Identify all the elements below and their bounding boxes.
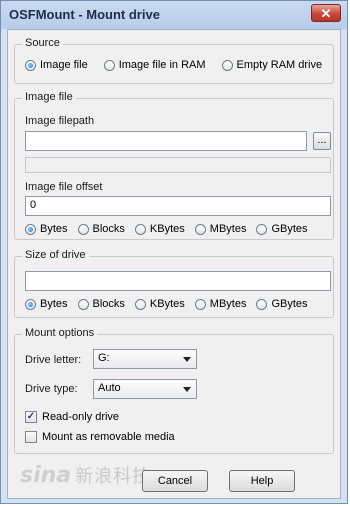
size-unit-blocks[interactable]: Blocks bbox=[77, 298, 125, 310]
radio-label: Blocks bbox=[92, 298, 125, 310]
radio-label: KBytes bbox=[149, 223, 185, 235]
sina-watermark: sina 新浪科技 bbox=[20, 462, 151, 488]
mount-options-group: Mount options Drive letter: G: Drive typ… bbox=[14, 327, 334, 454]
radio-empty-ram-drive[interactable]: Empty RAM drive bbox=[221, 59, 323, 71]
radio-indicator[interactable] bbox=[77, 298, 89, 310]
image-file-group: Image file Image filepath ... Image file… bbox=[14, 91, 334, 240]
mount-drive-dialog: OSFMount - Mount drive ✕ Source Image fi… bbox=[0, 0, 348, 504]
sina-tech-text: 新浪科技 bbox=[75, 466, 152, 486]
size-unit-mbytes[interactable]: MBytes bbox=[194, 298, 247, 310]
size-unit-gbytes[interactable]: GBytes bbox=[256, 298, 308, 310]
image-file-offset-input[interactable]: 0 bbox=[25, 196, 331, 216]
radio-indicator[interactable] bbox=[256, 223, 268, 235]
drive-letter-select[interactable]: G: bbox=[93, 349, 197, 369]
radio-indicator[interactable] bbox=[134, 298, 146, 310]
radio-indicator[interactable] bbox=[221, 59, 233, 71]
radio-label: KBytes bbox=[149, 298, 185, 310]
chevron-down-icon bbox=[183, 387, 191, 392]
radio-image-file-in-ram[interactable]: Image file in RAM bbox=[103, 59, 206, 71]
radio-label: GBytes bbox=[271, 298, 308, 310]
checkbox-unchecked-icon[interactable] bbox=[25, 431, 37, 443]
drive-type-select[interactable]: Auto bbox=[93, 379, 197, 399]
radio-indicator[interactable] bbox=[194, 298, 206, 310]
drive-letter-value: G: bbox=[98, 352, 110, 364]
radio-indicator[interactable] bbox=[25, 59, 36, 71]
sina-logo: sina bbox=[20, 462, 72, 488]
offset-unit-blocks[interactable]: Blocks bbox=[77, 223, 125, 235]
radio-label: Image file in RAM bbox=[118, 59, 206, 71]
mount-options-legend: Mount options bbox=[22, 327, 98, 339]
radio-label: MBytes bbox=[209, 298, 247, 310]
radio-label: Empty RAM drive bbox=[236, 59, 323, 71]
offset-unit-kbytes[interactable]: KBytes bbox=[134, 223, 185, 235]
radio-label: Image file bbox=[40, 59, 88, 71]
title-bar[interactable]: OSFMount - Mount drive ✕ bbox=[1, 1, 347, 29]
radio-image-file[interactable]: Image file bbox=[25, 59, 88, 71]
read-only-label: Read-only drive bbox=[42, 411, 120, 423]
radio-label: Bytes bbox=[40, 223, 68, 235]
cancel-button[interactable]: Cancel bbox=[142, 470, 208, 492]
close-button[interactable]: ✕ bbox=[311, 4, 341, 22]
size-of-drive-input[interactable] bbox=[25, 271, 331, 291]
removable-media-checkbox[interactable]: Mount as removable media bbox=[25, 431, 175, 443]
offset-unit-mbytes[interactable]: MBytes bbox=[194, 223, 247, 235]
radio-indicator[interactable] bbox=[103, 59, 115, 71]
radio-indicator[interactable] bbox=[256, 298, 268, 310]
drive-letter-label: Drive letter: bbox=[25, 354, 82, 366]
close-icon: ✕ bbox=[320, 6, 332, 21]
help-button[interactable]: Help bbox=[229, 470, 295, 492]
source-legend: Source bbox=[22, 37, 63, 49]
offset-unit-gbytes[interactable]: GBytes bbox=[256, 223, 308, 235]
image-file-secondary-field bbox=[25, 157, 331, 173]
radio-label: Bytes bbox=[40, 298, 68, 310]
size-of-drive-legend: Size of drive bbox=[22, 249, 89, 261]
source-group: Source Image file Image file in RAM Empt… bbox=[14, 37, 334, 84]
window-title: OSFMount - Mount drive bbox=[9, 7, 160, 22]
size-unit-kbytes[interactable]: KBytes bbox=[134, 298, 185, 310]
browse-button[interactable]: ... bbox=[313, 132, 331, 150]
radio-indicator[interactable] bbox=[25, 223, 36, 235]
radio-indicator[interactable] bbox=[77, 223, 89, 235]
image-filepath-input[interactable] bbox=[25, 131, 307, 151]
radio-indicator[interactable] bbox=[134, 223, 146, 235]
radio-indicator[interactable] bbox=[25, 298, 36, 310]
image-file-legend: Image file bbox=[22, 91, 76, 103]
removable-media-label: Mount as removable media bbox=[42, 431, 175, 443]
radio-label: MBytes bbox=[209, 223, 247, 235]
offset-unit-bytes[interactable]: Bytes bbox=[25, 223, 68, 235]
dialog-client-area: Source Image file Image file in RAM Empt… bbox=[7, 29, 341, 499]
read-only-checkbox[interactable]: ✓ Read-only drive bbox=[25, 411, 119, 423]
radio-label: Blocks bbox=[92, 223, 125, 235]
image-file-offset-label: Image file offset bbox=[25, 181, 103, 193]
image-filepath-label: Image filepath bbox=[25, 115, 95, 127]
size-of-drive-group: Size of drive Bytes Blocks KBytes MBytes… bbox=[14, 249, 334, 318]
checkbox-checked-icon[interactable]: ✓ bbox=[25, 411, 37, 423]
chevron-down-icon bbox=[183, 357, 191, 362]
drive-type-label: Drive type: bbox=[25, 383, 78, 395]
drive-type-value: Auto bbox=[98, 382, 121, 394]
radio-label: GBytes bbox=[271, 223, 308, 235]
radio-indicator[interactable] bbox=[194, 223, 206, 235]
size-unit-bytes[interactable]: Bytes bbox=[25, 298, 68, 310]
